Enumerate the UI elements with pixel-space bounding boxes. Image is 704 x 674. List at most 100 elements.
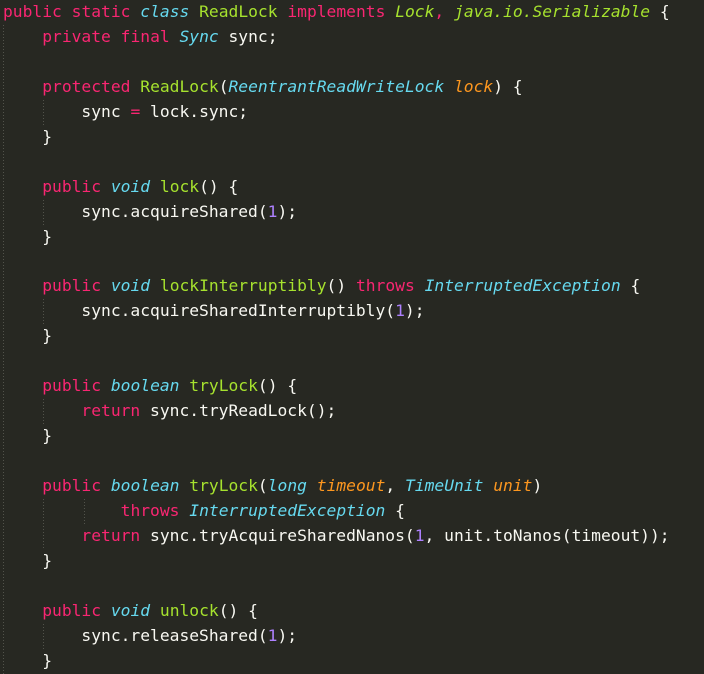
code-editor-view[interactable]: public static class ReadLock implements …	[0, 0, 704, 674]
code-token-name: lockInterruptibly	[159, 276, 327, 296]
code-line[interactable]: public boolean tryLock() {	[0, 374, 704, 399]
code-token-plain: () {	[218, 600, 258, 620]
code-token-kw: public	[42, 276, 102, 296]
code-token-type: long	[267, 476, 307, 496]
code-line[interactable]: }	[0, 549, 704, 574]
code-token-param: lock	[453, 76, 494, 96]
code-token-kw: static	[71, 2, 131, 21]
code-line[interactable]: sync.acquireSharedInterruptibly(1);	[0, 299, 704, 324]
code-token-plain: sync	[3, 101, 131, 121]
code-token-num: 1	[395, 301, 405, 321]
code-token-plain: {	[385, 501, 405, 520]
code-line[interactable]: public void lockInterruptibly() throws I…	[0, 274, 704, 299]
code-token-name: tryLock	[189, 476, 258, 496]
code-line[interactable]: private final Sync sync;	[0, 25, 704, 50]
code-line[interactable]: sync.releaseShared(1);	[0, 624, 704, 649]
code-token-plain: }	[3, 326, 53, 346]
code-line[interactable]: }	[0, 324, 704, 349]
code-token-plain: ()	[326, 276, 356, 296]
code-token-name: ReadLock	[140, 76, 219, 96]
code-line[interactable]: return sync.tryReadLock();	[0, 399, 704, 424]
code-line[interactable]: public boolean tryLock(long timeout, Tim…	[0, 474, 704, 499]
code-token-plain: ,	[385, 476, 405, 496]
code-token-plain: }	[3, 550, 53, 570]
code-token-plain: sync.tryAcquireSharedNanos(	[140, 525, 415, 545]
code-token-type: InterruptedException	[424, 276, 621, 296]
code-token-plain: }	[3, 426, 53, 446]
code-token-kw: throws	[355, 276, 415, 296]
code-line[interactable]	[0, 449, 704, 474]
code-line[interactable]: public void lock() {	[0, 175, 704, 200]
code-token-kw: return	[81, 401, 141, 421]
code-token-plain: ) {	[493, 76, 523, 96]
code-token-plain: sync.acquireShared(	[3, 201, 268, 221]
code-token-plain: }	[3, 650, 53, 670]
code-token-plain: (	[218, 76, 229, 96]
code-token-num: 1	[414, 525, 425, 545]
code-line[interactable]: }	[0, 424, 704, 449]
code-line[interactable]	[0, 250, 704, 275]
code-token-num: 1	[267, 201, 278, 221]
code-token-plain: sync.tryReadLock();	[140, 401, 337, 421]
code-token-plain: {	[620, 276, 641, 296]
code-token-italic-name: java.io.Serializable	[454, 2, 651, 21]
code-line[interactable]: }	[0, 649, 704, 674]
code-token-plain: sync;	[218, 26, 278, 46]
code-line[interactable]: public void unlock() {	[0, 599, 704, 624]
code-line[interactable]: public static class ReadLock implements …	[0, 0, 704, 25]
code-token-type: class	[140, 2, 190, 21]
code-line[interactable]	[0, 574, 704, 599]
code-line[interactable]: throws InterruptedException {	[0, 499, 704, 524]
code-line[interactable]: sync = lock.sync;	[0, 100, 704, 125]
code-token-plain: )	[532, 476, 543, 496]
code-token-italic-name: Lock	[395, 2, 435, 21]
code-line[interactable]	[0, 50, 704, 75]
code-line[interactable]: return sync.tryAcquireSharedNanos(1, uni…	[0, 524, 704, 549]
code-token-plain: );	[277, 201, 298, 221]
code-token-type: Sync	[179, 26, 219, 46]
code-token-plain: sync.acquireSharedInterruptibly(	[3, 301, 396, 321]
code-token-type: ReentrantReadWriteLock	[228, 76, 445, 96]
code-line[interactable]	[0, 349, 704, 374]
code-line[interactable]: sync.acquireShared(1);	[0, 200, 704, 225]
code-token-plain: );	[277, 625, 298, 645]
code-token-plain: }	[3, 126, 53, 146]
code-token-plain: sync.releaseShared(	[3, 625, 268, 645]
code-token-type: void	[110, 276, 151, 296]
code-line[interactable]: }	[0, 125, 704, 150]
code-token-plain: {	[650, 2, 670, 21]
code-token-kw: =	[130, 101, 141, 121]
code-token-name: tryLock	[189, 376, 258, 396]
code-line[interactable]: protected ReadLock(ReentrantReadWriteLoc…	[0, 75, 704, 100]
code-token-kw: implements	[287, 2, 386, 21]
code-token-name: ReadLock	[199, 2, 278, 21]
code-line[interactable]: }	[0, 225, 704, 250]
code-token-param: unit	[493, 476, 533, 496]
code-line[interactable]	[0, 150, 704, 175]
code-token-kw: return	[81, 525, 141, 545]
code-token-plain: (	[257, 476, 268, 496]
